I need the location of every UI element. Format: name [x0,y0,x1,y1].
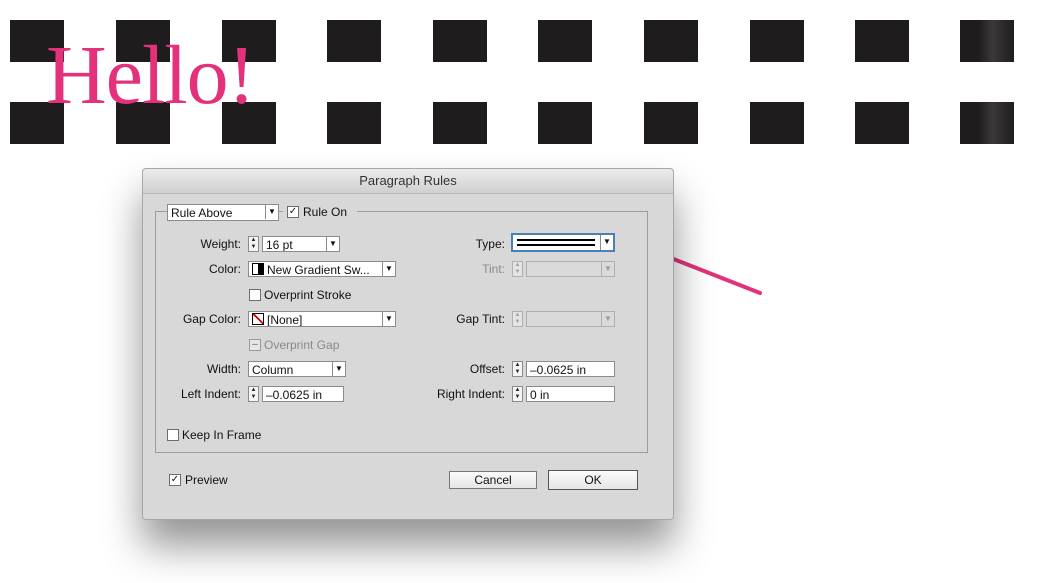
type-label: Type: [475,237,505,251]
black-square [750,20,804,62]
chevron-down-icon: ▼ [601,262,614,276]
color-label: Color: [208,262,241,276]
keep-in-frame-checkbox[interactable] [167,429,179,441]
right-indent-stepper[interactable]: ▲ ▼ [512,386,523,402]
chevron-down-icon: ▼ [326,237,339,251]
weight-stepper[interactable]: ▲ ▼ [248,236,259,252]
paragraph-rules-dialog: Paragraph Rules Rule Above ▼ ✓ Rule On W… [142,168,674,520]
gradient-swatch-icon [252,263,264,275]
black-square [960,102,1014,144]
weight-field[interactable]: 16 pt ▼ [262,236,340,252]
black-square [855,20,909,62]
left-indent-label: Left Indent: [180,387,241,401]
thick-thin-line-icon [517,239,595,246]
hello-text: Hello! [46,29,256,122]
color-select[interactable]: New Gradient Sw... ▼ [248,261,396,277]
weight-value: 16 pt [266,238,293,252]
overprint-stroke-label: Overprint Stroke [264,288,352,302]
chevron-down-icon: ▼ [332,362,345,376]
rule-on-checkbox[interactable]: ✓ [287,206,299,218]
ok-button[interactable]: OK [548,470,638,490]
gap-color-value: [None] [267,313,303,327]
chevron-down-icon: ▼ [382,312,395,326]
offset-stepper[interactable]: ▲ ▼ [512,361,523,377]
none-swatch-icon [252,313,264,325]
cancel-button[interactable]: Cancel [449,471,537,489]
tint-label: Tint: [482,262,505,276]
weight-label: Weight: [200,237,241,251]
black-square [644,20,698,62]
tint-stepper[interactable]: ▲ ▼ [512,261,523,277]
rule-type-select[interactable]: Rule Above ▼ [167,204,279,221]
chevron-down-icon: ▼ [265,205,278,219]
right-indent-label: Right Indent: [436,387,505,401]
offset-field[interactable]: –0.0625 in [526,361,615,377]
chevron-down-icon: ▼ [601,312,614,326]
chevron-down-icon: ▼ [382,262,395,276]
gap-tint-field[interactable]: ▼ [526,311,615,327]
right-indent-field[interactable]: 0 in [526,386,615,402]
left-indent-field[interactable]: –0.0625 in [262,386,344,402]
black-square [538,20,592,62]
black-square [433,102,487,144]
black-square [327,102,381,144]
black-square [538,102,592,144]
overprint-gap-label: Overprint Gap [264,338,340,352]
width-value: Column [252,363,294,377]
tint-field[interactable]: ▼ [526,261,615,277]
black-square [327,20,381,62]
left-indent-stepper[interactable]: ▲ ▼ [248,386,259,402]
color-value: New Gradient Sw... [267,263,370,277]
type-select[interactable]: ▼ [511,233,615,252]
rule-on-label: Rule On [303,205,348,219]
preview-checkbox[interactable]: ✓ [169,474,181,486]
keep-in-frame-label: Keep In Frame [182,428,262,442]
overprint-gap-checkbox[interactable]: – [249,339,261,351]
preview-label: Preview [185,473,228,487]
black-square [644,102,698,144]
width-select[interactable]: Column ▼ [248,361,346,377]
black-square [750,102,804,144]
gap-tint-label: Gap Tint: [456,312,505,326]
overprint-stroke-checkbox[interactable] [249,289,261,301]
width-label: Width: [206,362,241,376]
dialog-title: Paragraph Rules [143,169,673,194]
chevron-down-icon: ▼ [600,235,613,250]
gap-color-select[interactable]: [None] ▼ [248,311,396,327]
black-square [433,20,487,62]
black-square [960,20,1014,62]
gap-tint-stepper[interactable]: ▲ ▼ [512,311,523,327]
black-square [855,102,909,144]
gap-color-label: Gap Color: [182,312,241,326]
offset-label: Offset: [469,362,505,376]
rule-type-value: Rule Above [171,206,233,220]
